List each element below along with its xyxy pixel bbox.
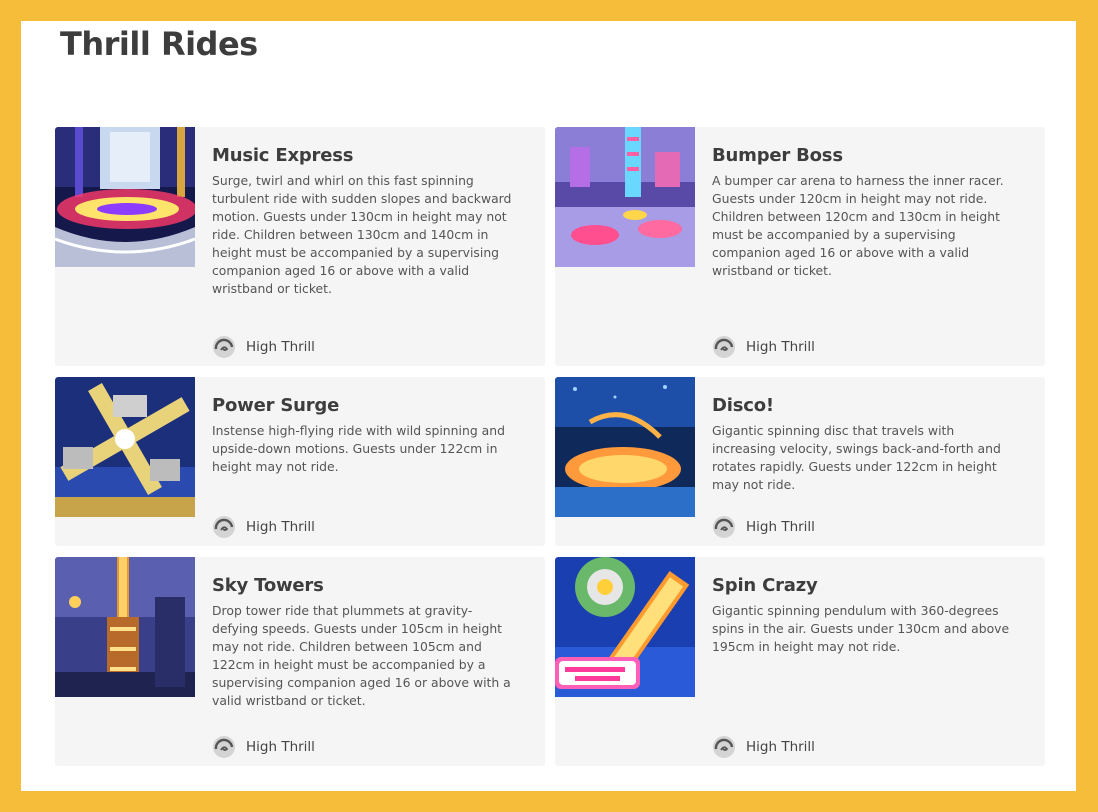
thrill-level-label: High Thrill	[746, 739, 815, 755]
thrill-level-badge: High Thrill	[212, 335, 315, 359]
ride-title: Bumper Boss	[712, 145, 843, 166]
thrill-level-badge: High Thrill	[212, 515, 315, 539]
thrill-level-badge: High Thrill	[212, 735, 315, 759]
ride-card-spin-crazy[interactable]: Spin Crazy Gigantic spinning pendulum wi…	[555, 557, 1045, 766]
ride-card-bumper-boss[interactable]: Bumper Boss A bumper car arena to harnes…	[555, 127, 1045, 366]
ride-card-sky-towers[interactable]: Sky Towers Drop tower ride that plummets…	[55, 557, 545, 766]
ride-photo-spin-crazy[interactable]	[555, 557, 695, 697]
ride-description: Gigantic spinning pendulum with 360-degr…	[712, 603, 1010, 654]
ride-description: Instense high-flying ride with wild spin…	[212, 423, 505, 474]
thrill-level-label: High Thrill	[746, 519, 815, 535]
thrill-level-label: High Thrill	[746, 339, 815, 355]
ride-photo-disco[interactable]	[555, 377, 695, 517]
thrill-level-label: High Thrill	[246, 739, 315, 755]
thrill-level-label: High Thrill	[246, 519, 315, 535]
ride-title: Power Surge	[212, 395, 340, 416]
ride-photo-power-surge[interactable]	[55, 377, 195, 517]
high-thrill-icon	[213, 516, 235, 538]
high-thrill-icon	[213, 736, 235, 758]
ride-description: Drop tower ride that plummets at gravity…	[212, 603, 511, 708]
ride-title: Disco!	[712, 395, 774, 416]
thrill-level-badge: High Thrill	[712, 735, 815, 759]
ride-photo-bumper-boss[interactable]	[555, 127, 695, 267]
ride-card-power-surge[interactable]: Power Surge Instense high-flying ride wi…	[55, 377, 545, 546]
content-frame: Thrill Rides Music Express Surge, twirl …	[21, 21, 1076, 791]
high-thrill-icon	[713, 516, 735, 538]
ride-photo-sky-towers[interactable]	[55, 557, 195, 697]
ride-card-disco[interactable]: Disco! Gigantic spinning disc that trave…	[555, 377, 1045, 546]
high-thrill-icon	[713, 336, 735, 358]
ride-description: Surge, twirl and whirl on this fast spin…	[212, 173, 512, 296]
ride-photo-music-express[interactable]	[55, 127, 195, 267]
thrill-level-label: High Thrill	[246, 339, 315, 355]
page-title: Thrill Rides	[60, 25, 258, 63]
ride-title: Sky Towers	[212, 575, 324, 596]
high-thrill-icon	[213, 336, 235, 358]
ride-title: Spin Crazy	[712, 575, 818, 596]
thrill-level-badge: High Thrill	[712, 335, 815, 359]
ride-card-music-express[interactable]: Music Express Surge, twirl and whirl on …	[55, 127, 545, 366]
ride-description: Gigantic spinning disc that travels with…	[712, 423, 1001, 492]
high-thrill-icon	[713, 736, 735, 758]
ride-description: A bumper car arena to harness the inner …	[712, 173, 1004, 278]
ride-title: Music Express	[212, 145, 354, 166]
thrill-level-badge: High Thrill	[712, 515, 815, 539]
